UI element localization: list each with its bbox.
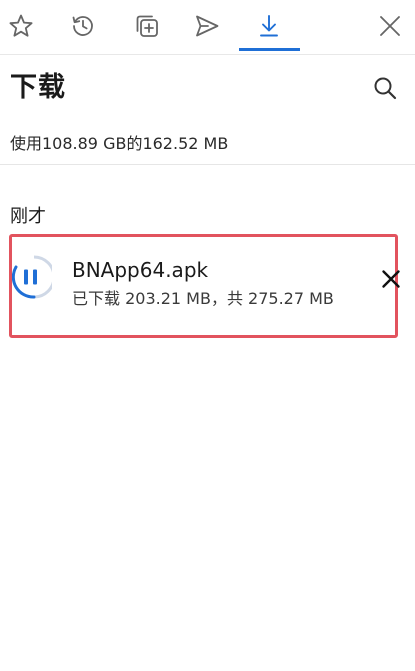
cancel-download-button[interactable]: [379, 267, 403, 291]
download-icon: [260, 15, 278, 37]
storage-usage-text: 使用108.89 GB的162.52 MB: [10, 134, 229, 153]
tab-downloads[interactable]: [249, 8, 289, 44]
download-item[interactable]: BNApp64.apk 已下载 203.21 MB，共 275.27 MB: [9, 234, 400, 338]
tab-collections[interactable]: [127, 8, 167, 44]
star-icon: [9, 14, 33, 37]
file-name: BNApp64.apk: [72, 258, 209, 282]
tab-history[interactable]: [63, 8, 103, 44]
top-tab-bar: [0, 0, 415, 55]
search-button[interactable]: [370, 73, 400, 103]
history-icon: [72, 16, 93, 36]
search-icon: [374, 77, 397, 100]
pause-icon: [11, 255, 56, 299]
close-button[interactable]: [370, 8, 410, 44]
divider: [0, 164, 415, 165]
active-tab-indicator: [239, 48, 300, 51]
section-label-just-now: 刚才: [10, 206, 46, 227]
close-icon: [382, 270, 400, 288]
send-icon: [196, 15, 219, 37]
download-progress-text: 已下载 203.21 MB，共 275.27 MB: [72, 289, 334, 308]
pause-button[interactable]: [11, 255, 56, 299]
tab-favorites[interactable]: [1, 8, 41, 44]
page-title: 下载: [10, 72, 66, 103]
tab-share[interactable]: [187, 8, 227, 44]
close-icon: [380, 16, 400, 36]
collections-icon: [136, 15, 158, 37]
